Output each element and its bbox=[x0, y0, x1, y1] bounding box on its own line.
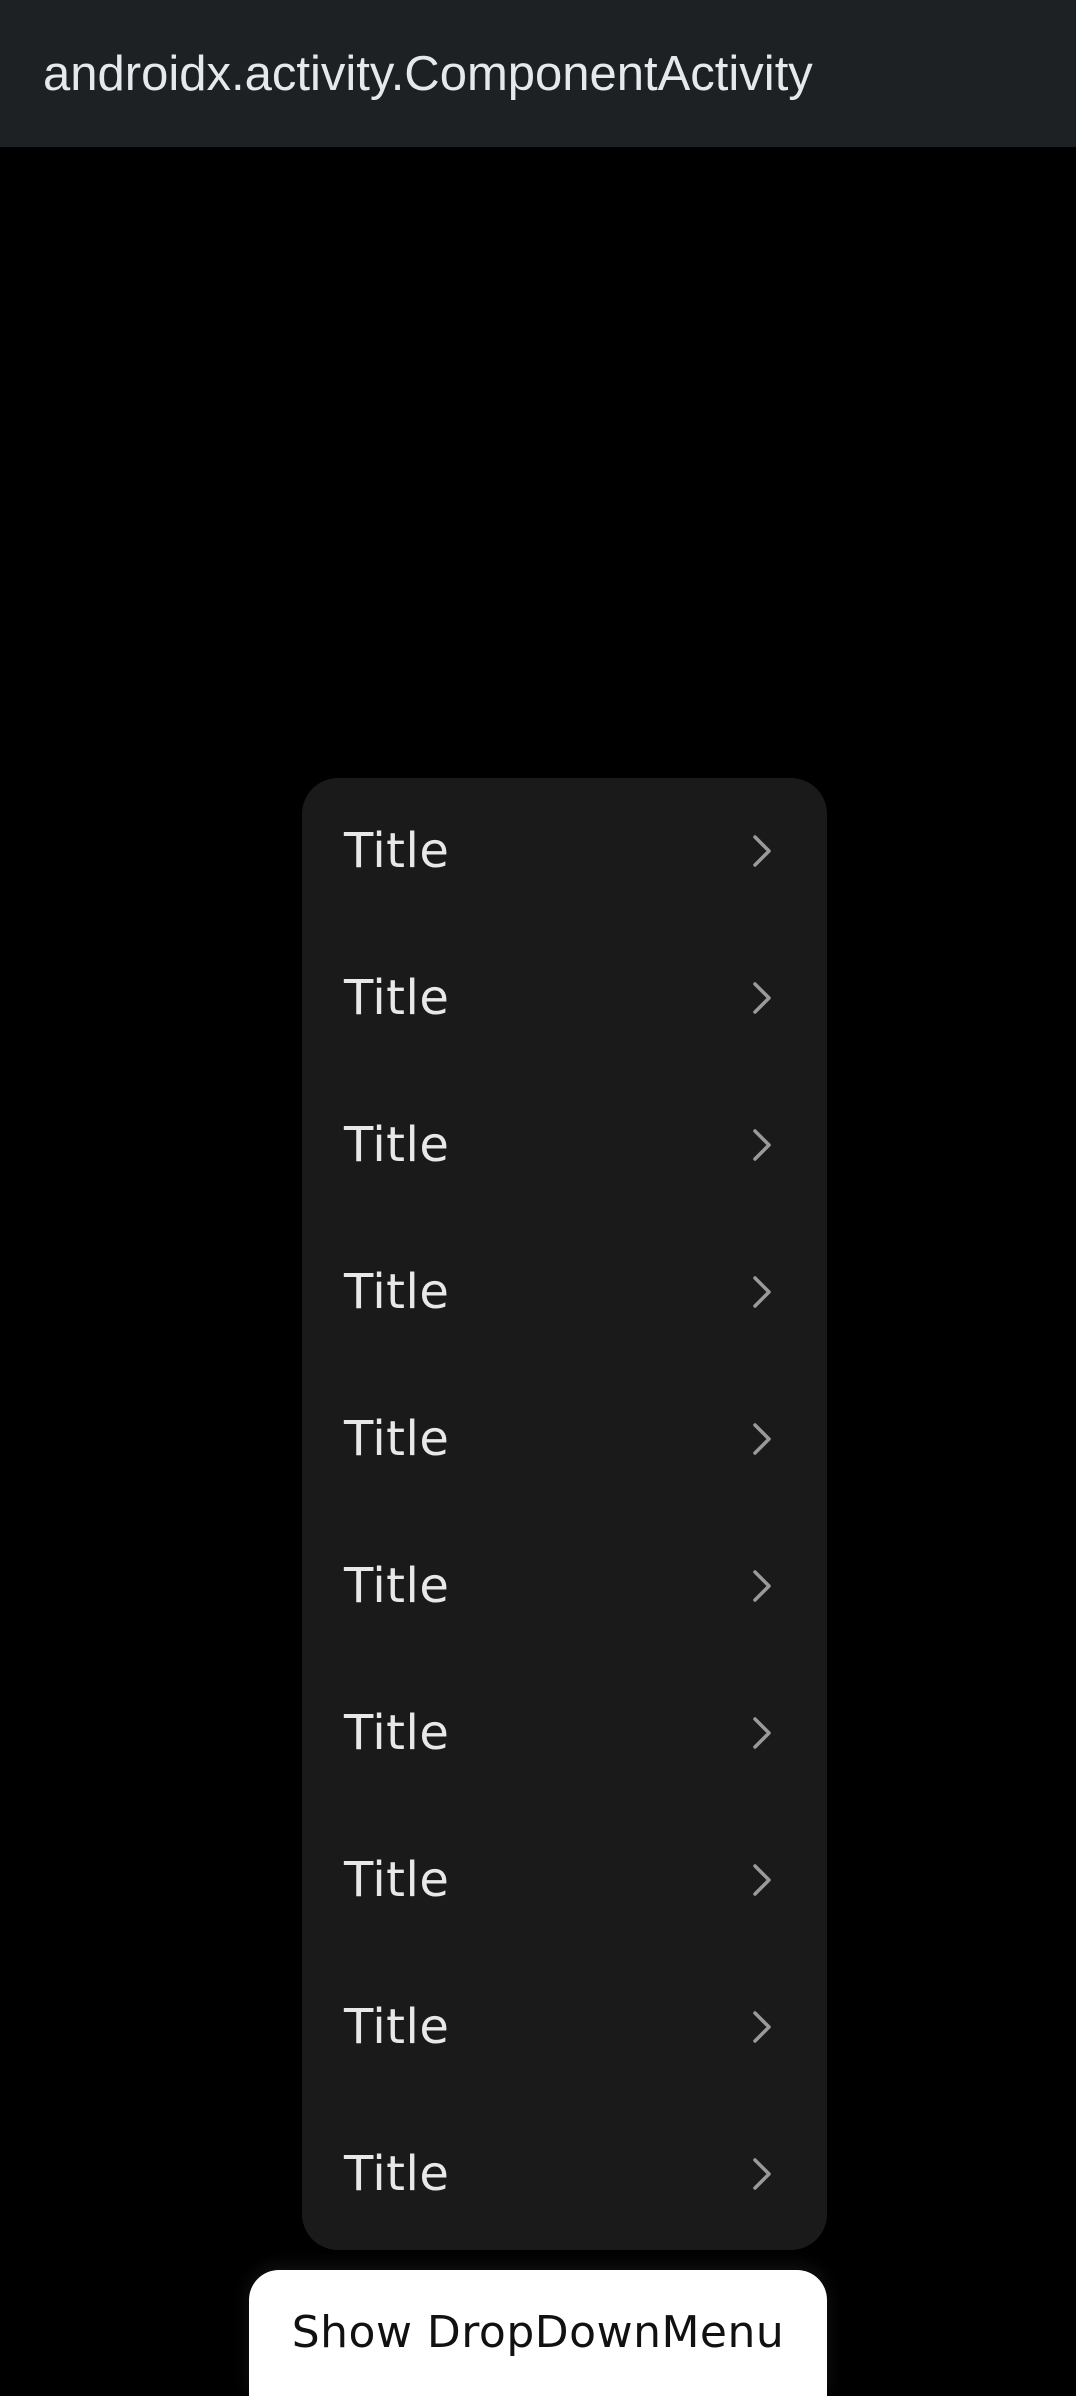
chevron-right-icon bbox=[751, 1421, 773, 1457]
menu-item-label: Title bbox=[344, 2145, 450, 2202]
app-bar-title: androidx.activity.ComponentActivity bbox=[43, 46, 813, 101]
chevron-right-icon bbox=[751, 833, 773, 869]
dropdown-menu-item[interactable]: Title bbox=[302, 1365, 827, 1512]
chevron-right-icon bbox=[751, 1127, 773, 1163]
chevron-right-icon bbox=[751, 1274, 773, 1310]
menu-item-label: Title bbox=[344, 1116, 450, 1173]
chevron-right-icon bbox=[751, 2009, 773, 2045]
dropdown-menu-item[interactable]: Title bbox=[302, 1806, 827, 1953]
menu-item-label: Title bbox=[344, 823, 450, 879]
chevron-right-icon bbox=[751, 980, 773, 1016]
menu-item-label: Title bbox=[344, 969, 450, 1026]
menu-item-label: Title bbox=[344, 1998, 450, 2055]
menu-item-label: Title bbox=[344, 1410, 450, 1467]
dropdown-menu-item[interactable]: Title bbox=[302, 778, 827, 924]
show-dropdown-menu-label: Show DropDownMenu bbox=[291, 2306, 785, 2358]
menu-item-label: Title bbox=[344, 1557, 450, 1614]
dropdown-menu-item[interactable]: Title bbox=[302, 1953, 827, 2100]
menu-item-label: Title bbox=[344, 1704, 450, 1761]
chevron-right-icon bbox=[751, 1715, 773, 1751]
menu-item-label: Title bbox=[344, 1851, 450, 1908]
show-dropdown-menu-button[interactable]: Show DropDownMenu bbox=[249, 2270, 827, 2396]
dropdown-menu-item[interactable]: Title bbox=[302, 1512, 827, 1659]
dropdown-menu-item[interactable]: Title bbox=[302, 1071, 827, 1218]
dropdown-menu-item[interactable]: Title bbox=[302, 1218, 827, 1365]
app-bar: androidx.activity.ComponentActivity bbox=[0, 0, 1076, 147]
chevron-right-icon bbox=[751, 2156, 773, 2192]
chevron-right-icon bbox=[751, 1568, 773, 1604]
dropdown-menu: Title Title Title Title Title Title Titl… bbox=[302, 778, 827, 2250]
dropdown-menu-item[interactable]: Title bbox=[302, 1659, 827, 1806]
chevron-right-icon bbox=[751, 1862, 773, 1898]
menu-item-label: Title bbox=[344, 1263, 450, 1320]
dropdown-menu-item[interactable]: Title bbox=[302, 924, 827, 1071]
dropdown-menu-item[interactable]: Title bbox=[302, 2100, 827, 2247]
